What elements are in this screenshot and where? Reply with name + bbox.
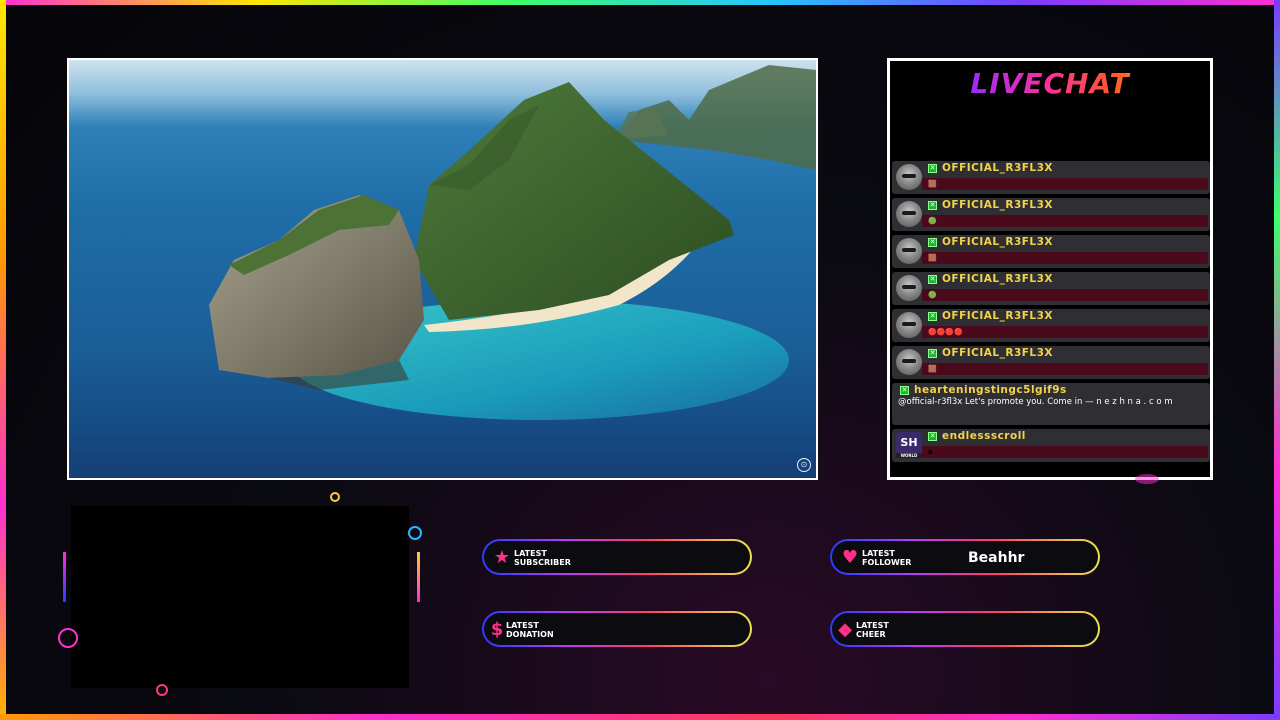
moderator-badge-icon: ✕ [928,164,937,173]
decor-line [63,552,66,602]
island-scene-image [209,65,816,420]
latest-follower-widget: ♥ LATEST FOLLOWER Beahhr [830,539,1100,575]
moderator-badge-icon: ✕ [928,349,937,358]
main-video-feed: ⊙ [67,58,818,480]
chat-message: ✕ OFFICIAL_R3FL3X 🟢 [892,198,1210,231]
latest-donation-widget: $ LATEST DONATION [482,611,752,647]
chat-username: hearteningstingc5lgif9s [914,384,1067,396]
chat-message: ✕ hearteningstingc5lgif9s @official-r3fl… [892,383,1210,425]
chat-username: OFFICIAL_R3FL3X [942,347,1054,359]
moderator-badge-icon: ✕ [928,275,937,284]
latest-follower-name: Beahhr [968,550,1025,566]
chat-username: OFFICIAL_R3FL3X [942,236,1054,248]
latest-cheer-widget: ◆ LATEST CHEER [830,611,1100,647]
chat-username: OFFICIAL_R3FL3X [942,273,1054,285]
decor-glow [1135,474,1159,484]
moderator-badge-icon: ✕ [928,238,937,247]
chat-emote: 🟢 [928,291,937,299]
dollar-icon: $ [490,619,504,640]
user-avatar [896,275,922,301]
decor-ring [156,684,168,696]
moderator-badge-icon: ✕ [900,386,909,395]
decor-ring [408,526,422,540]
chat-message: ✕ OFFICIAL_R3FL3X 🟫 [892,346,1210,379]
chat-username: OFFICIAL_R3FL3X [942,310,1054,322]
chat-message: ✕ OFFICIAL_R3FL3X 🟢 [892,272,1210,305]
star-icon: ★ [493,547,511,568]
chat-message-text: @official-r3fl3x Let's promote you. Come… [898,397,1173,407]
diamond-icon: ◆ [838,619,852,640]
chat-emote: ▪ [928,448,933,456]
webcam-frame [71,506,409,688]
latest-subscriber-widget: ★ LATEST SUBSCRIBER [482,539,752,575]
user-avatar [896,238,922,264]
chat-username: endlessscroll [942,430,1026,442]
chat-message: ✕ OFFICIAL_R3FL3X 🟫 [892,161,1210,194]
chat-emote: 🟢 [928,217,937,225]
user-avatar [896,164,922,190]
livechat-title: LIVECHAT [890,67,1210,100]
alert-label: LATEST FOLLOWER [862,549,912,567]
chat-message: ✕ OFFICIAL_R3FL3X 🟫 [892,235,1210,268]
user-avatar: SH WORLD [896,432,922,458]
user-avatar [896,312,922,338]
chat-emote: 🟫 [928,365,937,373]
frame-right-edge [1274,0,1280,720]
chat-emote: 🟫 [928,254,937,262]
chat-message: ✕ OFFICIAL_R3FL3X 🔴🔴🔴🔴 [892,309,1210,342]
user-avatar [896,349,922,375]
heart-icon: ♥ [841,547,859,568]
moderator-badge-icon: ✕ [928,432,937,441]
chat-emote: 🟫 [928,180,937,188]
alert-label: LATEST CHEER [856,621,889,639]
decor-line [417,552,420,602]
frame-bottom-edge [0,714,1280,720]
chat-username: OFFICIAL_R3FL3X [942,162,1054,174]
user-avatar [896,201,922,227]
alert-label: LATEST SUBSCRIBER [514,549,571,567]
decor-ring [58,628,78,648]
video-watermark-icon: ⊙ [797,458,811,472]
chat-message: SH WORLD ✕ endlessscroll ▪ [892,429,1210,462]
chat-emote: 🔴🔴🔴🔴 [928,328,963,336]
decor-ring [330,492,340,502]
alert-label: LATEST DONATION [506,621,554,639]
chat-username: OFFICIAL_R3FL3X [942,199,1054,211]
livechat-panel: LIVECHAT ✕ OFFICIAL_R3FL3X 🟫 ✕ OFFICIAL_… [887,58,1213,480]
moderator-badge-icon: ✕ [928,312,937,321]
moderator-badge-icon: ✕ [928,201,937,210]
